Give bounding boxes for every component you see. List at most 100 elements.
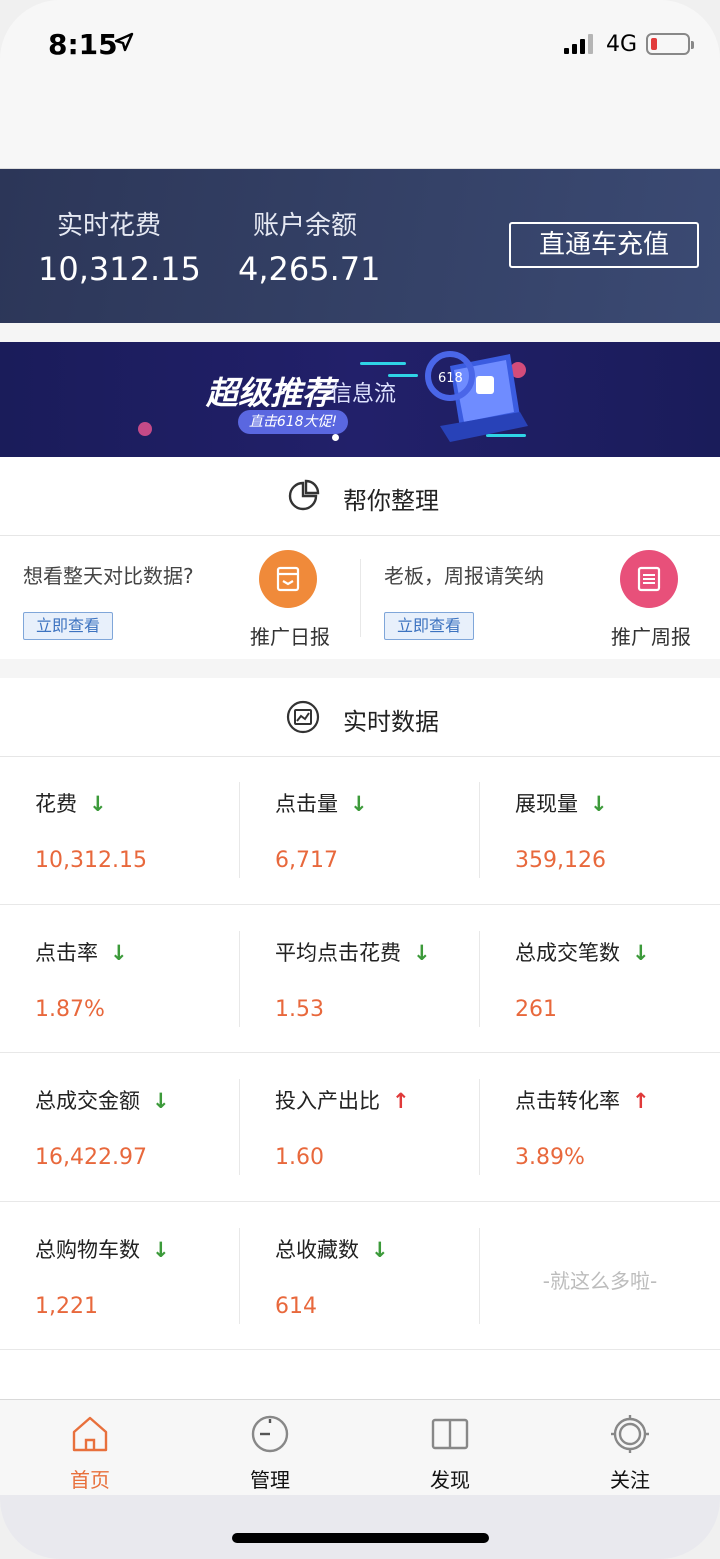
metric-label: 总成交笔数 ↓ xyxy=(515,937,650,967)
balance-value: 4,265.71 xyxy=(238,250,381,288)
metric-label-text: 展现量 xyxy=(515,792,578,816)
metric-label-text: 点击转化率 xyxy=(515,1089,620,1113)
arrow-down-icon: ↓ xyxy=(152,1237,170,1262)
daily-report-button[interactable] xyxy=(259,550,317,608)
metric-value: 614 xyxy=(275,1293,317,1319)
arrow-up-icon: ↑ xyxy=(392,1089,410,1113)
spend-label: 实时花费 xyxy=(56,211,161,241)
line-chart-icon xyxy=(286,700,320,734)
promo-banner[interactable]: 超级推荐 信息流 直击618大促! 618 xyxy=(0,342,720,457)
banner-title: 超级推荐 xyxy=(206,374,335,412)
weekly-report-label: 推广周报 xyxy=(611,625,691,649)
arrow-down-icon: ↓ xyxy=(590,792,608,816)
tab-discover-label: 发现 xyxy=(430,1468,470,1492)
metric-label: 平均点击花费 ↓ xyxy=(275,937,431,967)
arrow-down-icon: ↓ xyxy=(152,1089,170,1113)
end-note: -就这么多啦- xyxy=(542,1269,658,1293)
organize-card: 帮你整理 想看整天对比数据? 立即查看 推广日报 老板，周报请笑纳 立即查看 推… xyxy=(0,457,720,659)
recharge-button[interactable]: 直通车充值 xyxy=(509,222,699,268)
metric-label: 点击转化率 ↑ xyxy=(515,1085,650,1115)
location-arrow-icon xyxy=(114,32,134,52)
metric-label-text: 投入产出比 xyxy=(275,1089,380,1113)
realtime-title: 实时数据 xyxy=(343,708,439,736)
metric-value: 6,717 xyxy=(275,848,338,873)
realtime-spend: 实时花费 10,312.15 xyxy=(38,205,201,288)
account-balance: 账户余额 4,265.71 xyxy=(238,205,381,288)
metric-label-text: 点击量 xyxy=(275,792,338,816)
metric-cell[interactable]: 总成交笔数 ↓ 261 xyxy=(480,905,720,1053)
metric-cell[interactable]: 总购物车数 ↓ 1,221 xyxy=(0,1202,240,1350)
target-icon xyxy=(611,1415,649,1453)
daily-report-label: 推广日报 xyxy=(250,625,330,649)
home-icon xyxy=(72,1416,108,1452)
metric-label-text: 总成交金额 xyxy=(35,1089,140,1113)
metric-label: 总收藏数 ↓ xyxy=(275,1234,389,1264)
metric-cell[interactable]: 总收藏数 ↓ 614 xyxy=(240,1202,480,1350)
arrow-down-icon: ↓ xyxy=(89,792,107,816)
metric-cell[interactable]: 总成交金额 ↓ 16,422.97 xyxy=(0,1053,240,1201)
book-icon xyxy=(431,1418,469,1450)
banner-subtitle: 信息流 xyxy=(330,382,397,407)
tab-discover[interactable]: 发现 xyxy=(360,1400,540,1496)
document-icon xyxy=(637,566,661,592)
status-bar: 8:15 4G xyxy=(0,0,720,169)
metric-value: 16,422.97 xyxy=(35,1145,147,1170)
metric-label: 展现量 ↓ xyxy=(515,788,608,818)
view-weekly-button[interactable]: 立即查看 xyxy=(384,612,475,640)
spend-value: 10,312.15 xyxy=(38,250,201,288)
arrow-up-icon: ↑ xyxy=(632,1089,650,1113)
metric-label: 花费 ↓ xyxy=(35,788,107,818)
banner-badge: 618 xyxy=(438,371,463,386)
row-divider xyxy=(0,1200,720,1202)
bottom-tab-bar: 首页 管理 发现 关注 xyxy=(0,1399,720,1496)
row-divider xyxy=(0,1052,720,1053)
banner-decoration xyxy=(138,422,152,436)
view-daily-button[interactable]: 立即查看 xyxy=(23,612,114,640)
metric-label-text: 花费 xyxy=(35,792,77,816)
home-indicator[interactable] xyxy=(232,1533,489,1543)
metric-value: 1.60 xyxy=(275,1145,324,1170)
metric-cell[interactable]: 点击转化率 ↑ 3.89% xyxy=(480,1053,720,1201)
metric-label: 总成交金额 ↓ xyxy=(35,1085,170,1115)
metric-label: 总购物车数 ↓ xyxy=(35,1234,170,1264)
metric-label: 点击率 ↓ xyxy=(35,937,128,967)
arrow-down-icon: ↓ xyxy=(350,792,368,816)
arrow-down-icon: ↓ xyxy=(371,1237,389,1262)
metric-value: 1.87% xyxy=(35,996,105,1022)
metric-label: 投入产出比 ↑ xyxy=(275,1085,410,1115)
metric-value: 3.89% xyxy=(515,1145,585,1170)
pie-chart-icon xyxy=(288,479,320,511)
metric-cell[interactable]: 平均点击花费 ↓ 1.53 xyxy=(240,905,480,1053)
metric-label-text: 点击率 xyxy=(35,940,98,965)
metric-cell[interactable]: 花费 ↓ 10,312.15 xyxy=(0,756,240,904)
status-time: 8:15 xyxy=(48,28,118,61)
metric-label-text: 平均点击花费 xyxy=(275,940,401,965)
tab-follow[interactable]: 关注 xyxy=(540,1400,720,1496)
arrow-down-icon: ↓ xyxy=(413,940,431,965)
metric-cell[interactable]: 点击量 ↓ 6,717 xyxy=(240,756,480,904)
metric-label-text: 总成交笔数 xyxy=(515,940,620,965)
arrow-down-icon: ↓ xyxy=(632,940,650,965)
weekly-report-button[interactable] xyxy=(620,550,678,608)
metric-cell[interactable]: 点击率 ↓ 1.87% xyxy=(0,905,240,1053)
metric-value: 261 xyxy=(515,996,557,1022)
metric-label: 点击量 ↓ xyxy=(275,788,368,818)
laptop-illustration-icon: 618 xyxy=(425,351,528,442)
organize-title: 帮你整理 xyxy=(343,487,439,515)
signal-icon xyxy=(564,34,593,54)
balance-label: 账户余额 xyxy=(252,211,357,241)
metric-cell[interactable]: 投入产出比 ↑ 1.60 xyxy=(240,1053,480,1201)
phone-screen: 8:15 4G 实时花费 10,312.15 账户余额 4,265.71 直通车… xyxy=(0,0,720,1559)
metric-cell[interactable]: 展现量 ↓ 359,126 xyxy=(480,756,720,904)
metric-value: 1,221 xyxy=(35,1293,98,1319)
tab-manage-label: 管理 xyxy=(250,1468,290,1492)
tab-manage[interactable]: 管理 xyxy=(180,1400,360,1496)
metric-value: 359,126 xyxy=(515,848,606,873)
tab-home-label: 首页 xyxy=(70,1468,110,1492)
home-indicator-area xyxy=(0,1495,720,1559)
gauge-icon xyxy=(251,1415,289,1453)
row-divider xyxy=(0,1349,720,1350)
divider xyxy=(360,559,361,637)
tab-home[interactable]: 首页 xyxy=(0,1400,180,1496)
metric-label-text: 总购物车数 xyxy=(35,1237,140,1262)
